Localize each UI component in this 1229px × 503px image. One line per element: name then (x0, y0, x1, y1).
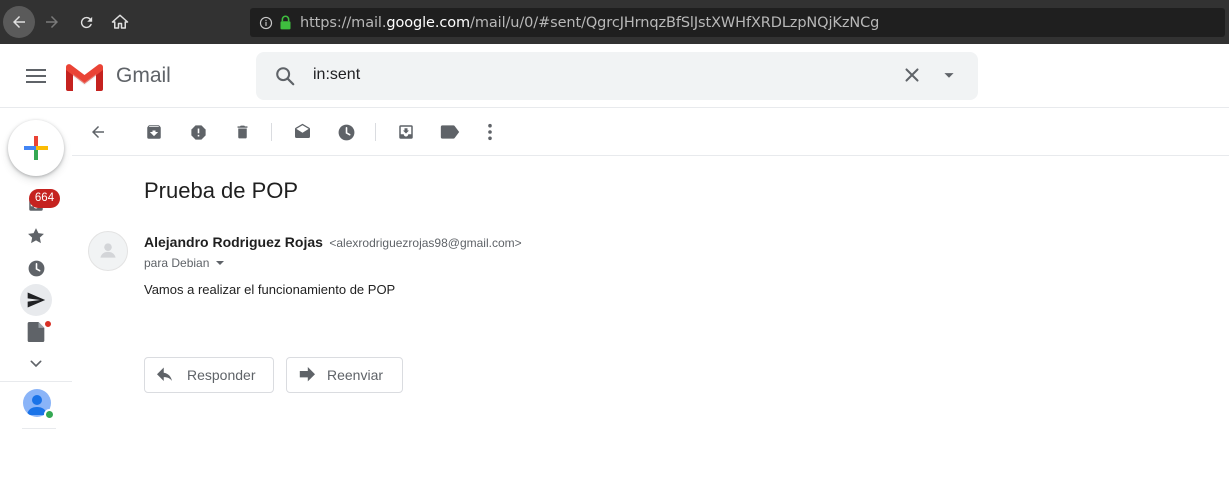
message-body: Vamos a realizar el funcionamiento de PO… (144, 282, 396, 297)
arrow-right-icon (46, 16, 58, 28)
reply-button[interactable]: Responder (144, 357, 274, 393)
more-vert-icon (488, 123, 492, 141)
info-icon (259, 16, 273, 29)
report-spam-button[interactable] (186, 120, 210, 144)
url-host: google.com (386, 14, 471, 31)
clear-search-icon[interactable] (901, 64, 923, 91)
forward-button[interactable]: Reenviar (286, 357, 403, 393)
reload-icon (80, 16, 92, 28)
lock-icon (280, 15, 291, 30)
recipient-details-dropdown-icon[interactable] (215, 258, 225, 268)
rail-bottom-divider (22, 428, 56, 429)
browser-back-button[interactable] (3, 6, 35, 38)
move-to-icon (399, 125, 413, 139)
search-options-dropdown-icon[interactable] (938, 64, 960, 91)
send-icon (27, 292, 46, 308)
report-spam-icon (190, 124, 206, 140)
app-title: Gmail (116, 64, 171, 87)
search-icon[interactable] (274, 65, 296, 92)
compose-button[interactable] (8, 120, 64, 176)
drafts-indicator-dot (44, 320, 52, 328)
default-person-icon (100, 243, 116, 258)
archive-icon (147, 125, 161, 139)
url-path: /mail/u/0/#sent/QgrcJHrnqzBfSlJstXWHfXRD… (470, 14, 880, 31)
toolbar-separator (271, 123, 272, 141)
forward-icon (299, 367, 315, 382)
inbox-unread-badge: 664 (29, 189, 60, 208)
address-bar[interactable]: https://mail.google.com/mail/u/0/#sent/Q… (250, 8, 1225, 37)
sender-email: <alexrodriguezrojas98@gmail.com> (329, 236, 522, 250)
sender-name[interactable]: Alejandro Rodriguez Rojas (144, 234, 323, 250)
compose-plus-icon (24, 136, 48, 160)
delete-button[interactable] (230, 120, 254, 144)
more-nav-item[interactable] (20, 348, 52, 380)
reply-label: Responder (187, 367, 256, 383)
sender-avatar[interactable] (88, 231, 128, 271)
snoozed-nav-item[interactable] (20, 252, 52, 284)
gmail-header: Gmail (0, 44, 1229, 108)
back-arrow-icon (92, 126, 104, 138)
rail-divider (0, 381, 72, 382)
label-icon (440, 125, 460, 139)
archive-button[interactable] (142, 120, 166, 144)
sent-nav-item[interactable] (20, 284, 52, 316)
chevron-down-icon (30, 360, 42, 368)
draft-icon (27, 322, 45, 342)
back-to-list-button[interactable] (86, 120, 110, 144)
url-text: https://mail.google.com/mail/u/0/#sent/Q… (300, 15, 879, 31)
online-status-dot (44, 409, 55, 420)
more-options-button[interactable] (478, 120, 502, 144)
search-input[interactable] (313, 66, 873, 84)
snooze-icon (338, 124, 354, 140)
browser-forward-button[interactable] (35, 5, 69, 39)
recipient-details[interactable]: para Debian (144, 256, 225, 270)
forward-label: Reenviar (327, 367, 384, 383)
starred-nav-item[interactable] (20, 220, 52, 252)
home-icon (111, 14, 129, 29)
delete-icon (237, 125, 247, 139)
mark-unread-button[interactable] (290, 120, 314, 144)
arrow-left-icon (13, 16, 25, 28)
gmail-logo-icon[interactable] (66, 63, 103, 96)
search-bar[interactable] (256, 52, 978, 100)
move-to-button[interactable] (394, 120, 418, 144)
browser-reload-button[interactable] (69, 5, 103, 39)
toolbar-separator (375, 123, 376, 141)
message-toolbar (72, 108, 1229, 156)
reply-icon (157, 367, 172, 381)
sender-line: Alejandro Rodriguez Rojas <alexrodriguez… (144, 234, 522, 252)
main-menu-icon[interactable] (26, 69, 46, 83)
clock-icon (28, 260, 44, 276)
star-icon (28, 228, 44, 244)
browser-home-button[interactable] (103, 5, 137, 39)
snooze-button[interactable] (334, 120, 358, 144)
labels-button[interactable] (438, 120, 462, 144)
message-subject: Prueba de POP (144, 178, 299, 203)
url-prefix: https://mail. (300, 14, 387, 31)
mark-unread-icon (294, 123, 310, 138)
recipient-label: para Debian (144, 256, 210, 270)
browser-toolbar: https://mail.google.com/mail/u/0/#sent/Q… (0, 0, 1229, 44)
